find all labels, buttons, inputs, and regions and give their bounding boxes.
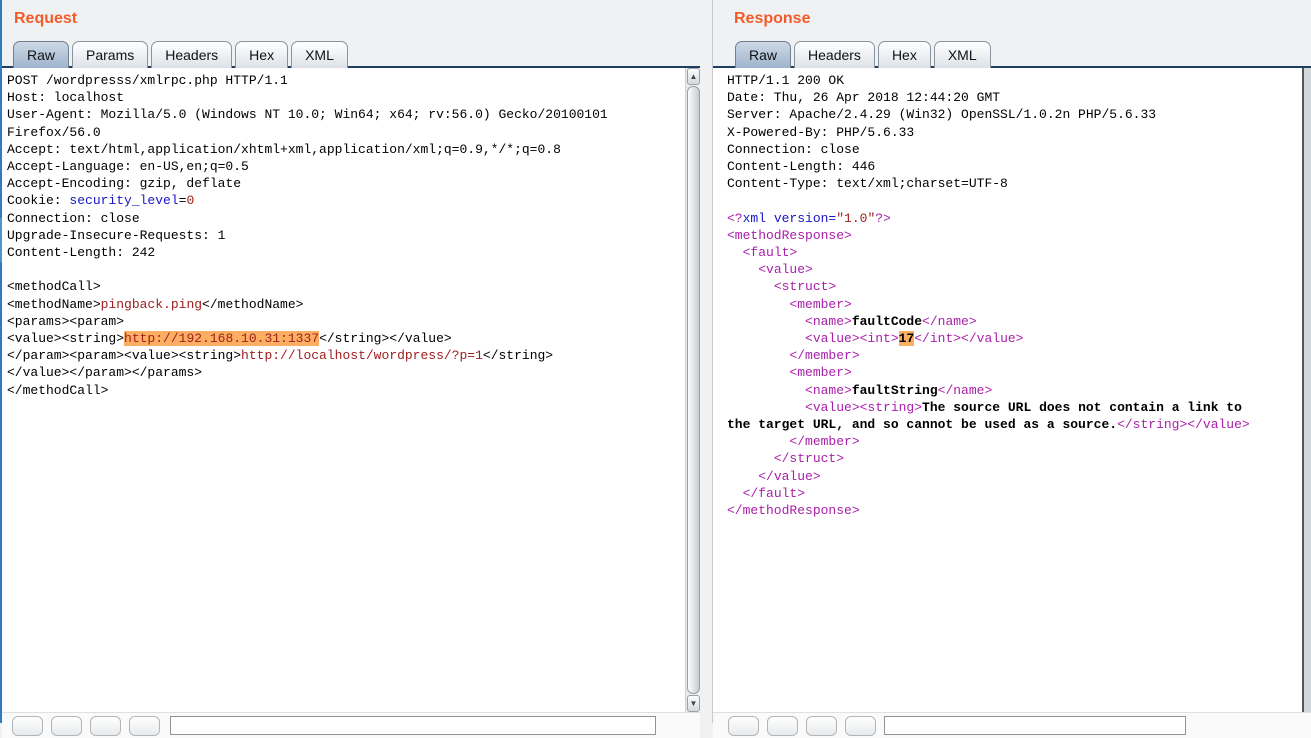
scrollbar-thumb[interactable] — [687, 86, 700, 694]
search-button-3[interactable] — [806, 716, 837, 736]
code-line: </struct> — [727, 450, 1299, 467]
request-scrollbar[interactable]: ▲ ▼ — [685, 68, 700, 712]
response-tabs: RawHeadersHexXML — [735, 40, 991, 68]
code-line: </value> — [727, 468, 1299, 485]
search-button-4[interactable] — [129, 716, 160, 736]
code-line: Host: localhost — [7, 89, 680, 106]
code-line: <value><string>http://192.168.10.31:1337… — [7, 330, 680, 347]
code-line: </member> — [727, 433, 1299, 450]
code-line: <params><param> — [7, 313, 680, 330]
search-button-2[interactable] — [767, 716, 798, 736]
code-line: <value><int>17</int></value> — [727, 330, 1299, 347]
scroll-down-button[interactable]: ▼ — [687, 695, 700, 712]
code-line: <struct> — [727, 278, 1299, 295]
code-line: <?xml version="1.0"?> — [727, 210, 1299, 227]
search-button-1[interactable] — [12, 716, 43, 736]
response-search-bar — [713, 712, 1311, 738]
search-button-1[interactable] — [728, 716, 759, 736]
code-line: Server: Apache/2.4.29 (Win32) OpenSSL/1.… — [727, 106, 1299, 123]
code-line: <value><string>The source URL does not c… — [727, 399, 1299, 416]
code-line: </methodCall> — [7, 382, 680, 399]
response-pane: Response RawHeadersHexXML HTTP/1.1 200 O… — [712, 0, 1311, 723]
code-line: Date: Thu, 26 Apr 2018 12:44:20 GMT — [727, 89, 1299, 106]
code-line: Accept-Encoding: gzip, deflate — [7, 175, 680, 192]
code-line: Cookie: security_level=0 — [7, 192, 680, 209]
code-line: <value> — [727, 261, 1299, 278]
tab-xml[interactable]: XML — [934, 41, 991, 68]
request-search-input[interactable] — [170, 716, 656, 735]
response-editor[interactable]: HTTP/1.1 200 OKDate: Thu, 26 Apr 2018 12… — [713, 68, 1311, 712]
code-line: Connection: close — [727, 141, 1299, 158]
search-button-2[interactable] — [51, 716, 82, 736]
request-pane-title: Request — [14, 10, 77, 28]
code-line: POST /wordpresss/xmlrpc.php HTTP/1.1 — [7, 72, 680, 89]
tab-headers[interactable]: Headers — [794, 41, 875, 68]
code-line: Connection: close — [7, 210, 680, 227]
code-line: <methodResponse> — [727, 227, 1299, 244]
code-line: Accept: text/html,application/xhtml+xml,… — [7, 141, 680, 158]
code-line: <methodCall> — [7, 278, 680, 295]
code-line: </member> — [727, 347, 1299, 364]
tab-hex[interactable]: Hex — [235, 41, 288, 68]
code-line — [7, 261, 680, 278]
scroll-up-button[interactable]: ▲ — [687, 68, 700, 85]
code-line: Accept-Language: en-US,en;q=0.5 — [7, 158, 680, 175]
code-line: <member> — [727, 364, 1299, 381]
code-line: </methodResponse> — [727, 502, 1299, 519]
code-line: <fault> — [727, 244, 1299, 261]
code-line: Content-Type: text/xml;charset=UTF-8 — [727, 175, 1299, 192]
tab-raw[interactable]: Raw — [13, 41, 69, 68]
code-line: <member> — [727, 296, 1299, 313]
code-line: Upgrade-Insecure-Requests: 1 — [7, 227, 680, 244]
code-line: Content-Length: 446 — [727, 158, 1299, 175]
tab-hex[interactable]: Hex — [878, 41, 931, 68]
code-line: User-Agent: Mozilla/5.0 (Windows NT 10.0… — [7, 106, 680, 123]
code-line: <name>faultString</name> — [727, 382, 1299, 399]
code-line: </fault> — [727, 485, 1299, 502]
response-raw-text: HTTP/1.1 200 OKDate: Thu, 26 Apr 2018 12… — [713, 68, 1311, 523]
code-line: </value></param></params> — [7, 364, 680, 381]
tab-params[interactable]: Params — [72, 41, 148, 68]
code-line: the target URL, and so cannot be used as… — [727, 416, 1299, 433]
search-button-3[interactable] — [90, 716, 121, 736]
response-search-input[interactable] — [884, 716, 1186, 735]
tab-xml[interactable]: XML — [291, 41, 348, 68]
request-pane: Request RawParamsHeadersHexXML POST /wor… — [2, 0, 700, 723]
response-scrollbar[interactable] — [1302, 68, 1311, 712]
code-line: </param><param><value><string>http://loc… — [7, 347, 680, 364]
tab-raw[interactable]: Raw — [735, 41, 791, 68]
code-line: X-Powered-By: PHP/5.6.33 — [727, 124, 1299, 141]
response-pane-title: Response — [734, 10, 810, 28]
request-raw-text: POST /wordpresss/xmlrpc.php HTTP/1.1Host… — [2, 68, 700, 403]
code-line: Content-Length: 242 — [7, 244, 680, 261]
code-line: <name>faultCode</name> — [727, 313, 1299, 330]
tab-headers[interactable]: Headers — [151, 41, 232, 68]
code-line — [727, 192, 1299, 209]
code-line: <methodName>pingback.ping</methodName> — [7, 296, 680, 313]
code-line: HTTP/1.1 200 OK — [727, 72, 1299, 89]
code-line: Firefox/56.0 — [7, 124, 680, 141]
request-tabs: RawParamsHeadersHexXML — [13, 40, 348, 68]
request-search-bar — [2, 712, 700, 738]
search-button-4[interactable] — [845, 716, 876, 736]
request-editor[interactable]: POST /wordpresss/xmlrpc.php HTTP/1.1Host… — [2, 68, 700, 712]
